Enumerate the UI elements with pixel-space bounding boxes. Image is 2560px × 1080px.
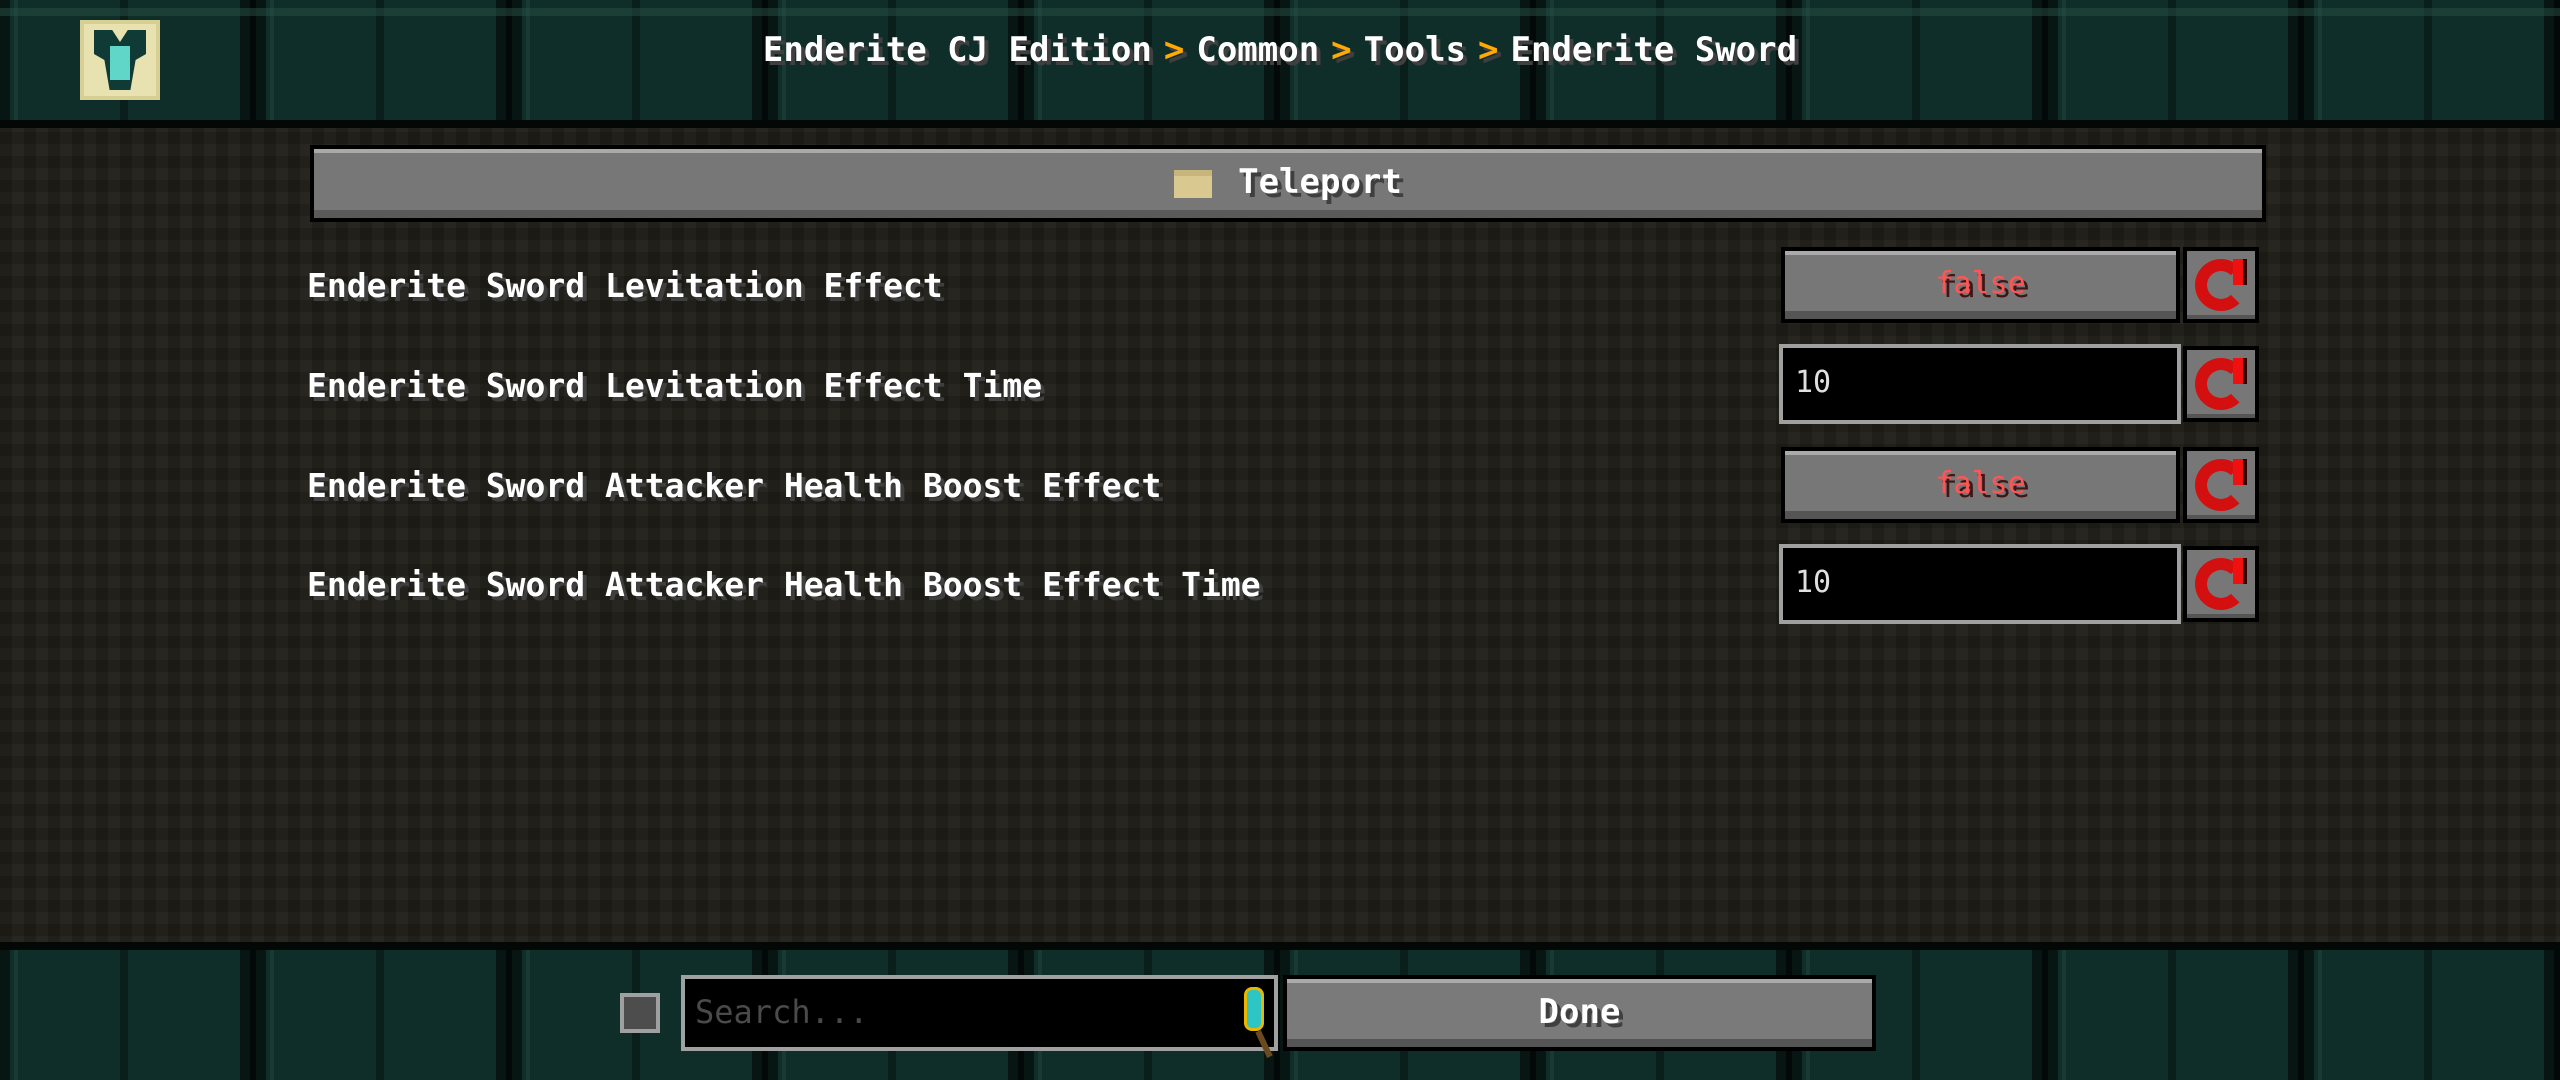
reset-button[interactable] [2183,346,2259,422]
levitation-effect-toggle[interactable]: false [1781,247,2180,323]
breadcrumb-item[interactable]: Tools [1364,30,1466,70]
header-bar: Enderite CJ Edition > Common > Tools > Enderit… [0,0,2560,128]
health-boost-time-input[interactable]: 10 [1779,544,2181,624]
levitation-time-input[interactable]: 10 [1779,344,2181,424]
search-placeholder: Search... [695,993,869,1031]
magnifier-icon [1244,987,1264,1031]
reset-button[interactable] [2183,447,2259,523]
chevron-right-icon: > [1163,30,1185,70]
setting-label: Enderite Sword Levitation Effect Time [307,366,1043,405]
setting-label: Enderite Sword Attacker Health Boost Eff… [307,565,1261,604]
breadcrumb-item[interactable]: Enderite CJ Edition [763,30,1152,70]
folder-icon [1174,169,1213,198]
health-boost-effect-toggle[interactable]: false [1781,447,2180,523]
reset-button[interactable] [2183,247,2259,323]
chevron-right-icon: > [1331,30,1352,70]
done-button[interactable]: Done [1283,975,1876,1051]
section-title: Teleport [1238,162,1402,202]
reset-button[interactable] [2183,546,2259,622]
breadcrumb-item[interactable]: Common [1196,30,1319,70]
search-input[interactable]: Search... [681,975,1278,1051]
footer-bar [0,942,2560,1080]
setting-label: Enderite Sword Attacker Health Boost Eff… [307,466,1162,505]
breadcrumb-item: Enderite Sword [1510,30,1798,70]
setting-label: Enderite Sword Levitation Effect [307,266,943,305]
section-header-teleport[interactable]: Teleport [310,145,2266,222]
chevron-right-icon: > [1478,30,1499,70]
breadcrumb: Enderite CJ Edition > Common > Tools > Enderit… [0,30,2560,70]
filter-checkbox[interactable] [620,993,660,1033]
